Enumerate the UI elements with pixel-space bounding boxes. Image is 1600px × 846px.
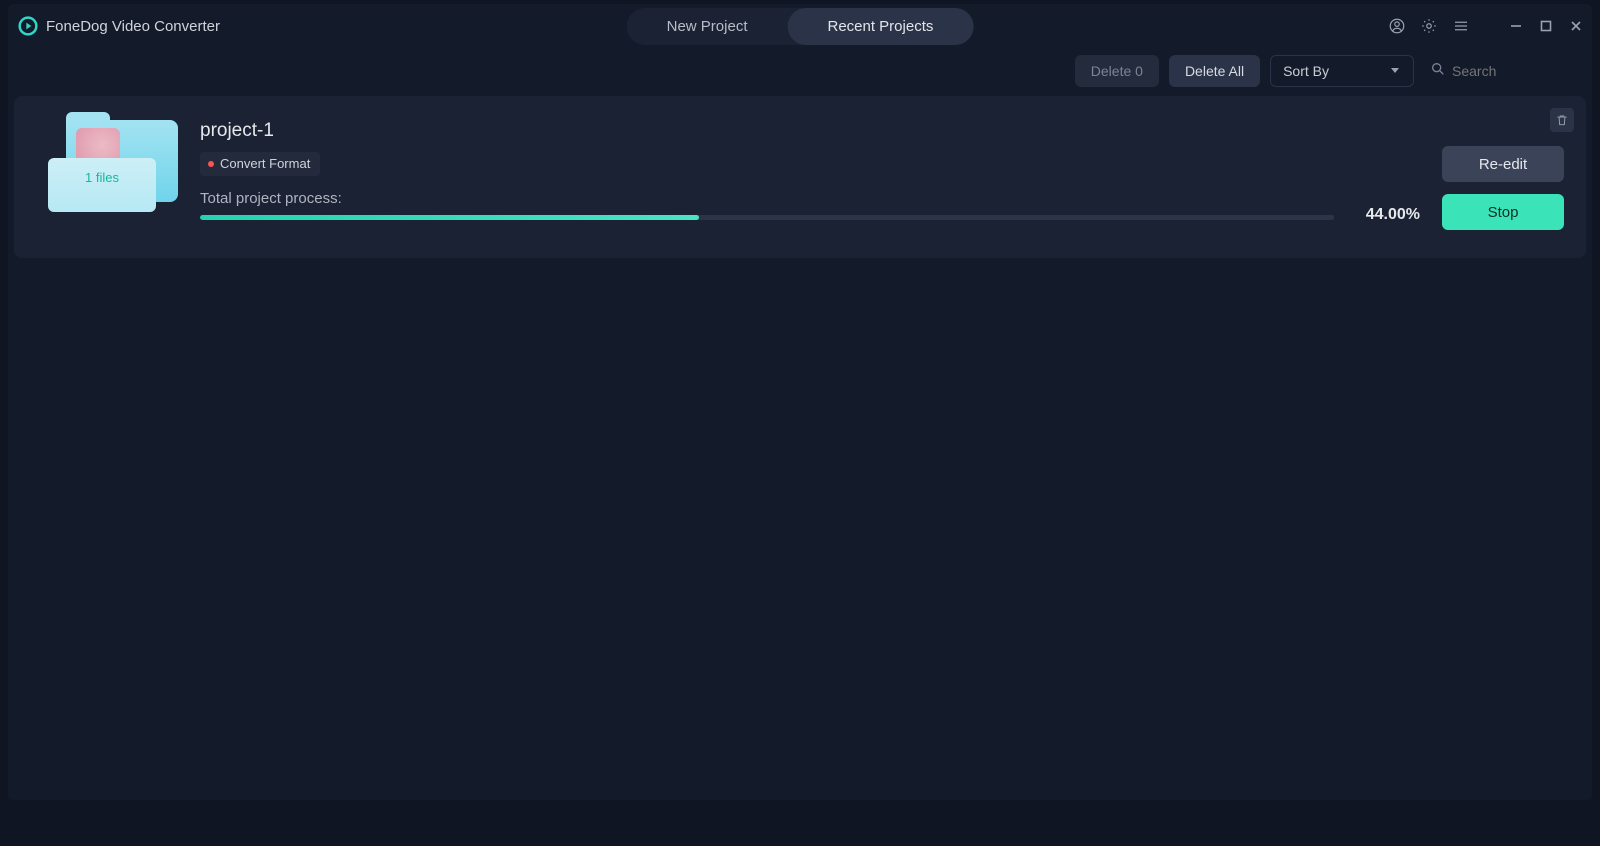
progress-bar bbox=[200, 215, 1334, 220]
delete-all-button[interactable]: Delete All bbox=[1169, 55, 1260, 87]
sort-by-dropdown[interactable]: Sort By bbox=[1270, 55, 1414, 87]
progress-fill bbox=[200, 215, 699, 220]
tab-recent-projects[interactable]: Recent Projects bbox=[787, 8, 973, 45]
account-icon[interactable] bbox=[1386, 15, 1408, 37]
content-area: 1 files project-1 Convert Format Total p… bbox=[8, 94, 1592, 800]
project-info: project-1 Convert Format Total project p… bbox=[200, 120, 1420, 230]
menu-icon[interactable] bbox=[1450, 15, 1472, 37]
search-icon bbox=[1430, 61, 1446, 82]
search-input[interactable] bbox=[1452, 63, 1572, 79]
close-button[interactable] bbox=[1566, 16, 1586, 36]
search-box[interactable] bbox=[1424, 55, 1578, 88]
sort-by-label: Sort By bbox=[1283, 63, 1329, 79]
project-title: project-1 bbox=[200, 120, 1420, 142]
titlebar-right bbox=[1386, 4, 1586, 48]
project-status-badge: Convert Format bbox=[200, 152, 320, 176]
project-file-count: 1 files bbox=[48, 158, 156, 212]
app-brand: FoneDog Video Converter bbox=[18, 16, 220, 36]
progress-label: Total project process: bbox=[200, 190, 1334, 207]
project-actions: Re-edit Stop bbox=[1442, 146, 1564, 230]
stop-button[interactable]: Stop bbox=[1442, 194, 1564, 230]
maximize-button[interactable] bbox=[1536, 16, 1556, 36]
toolbar: Delete 0 Delete All Sort By bbox=[8, 48, 1592, 94]
delete-n-button[interactable]: Delete 0 bbox=[1075, 55, 1159, 87]
tabs: New Project Recent Projects bbox=[627, 8, 974, 45]
project-thumbnail: 1 files bbox=[48, 120, 178, 216]
app-title: FoneDog Video Converter bbox=[46, 18, 220, 35]
project-status-label: Convert Format bbox=[220, 156, 310, 171]
settings-gear-icon[interactable] bbox=[1418, 15, 1440, 37]
project-card: 1 files project-1 Convert Format Total p… bbox=[14, 96, 1586, 258]
tab-new-project[interactable]: New Project bbox=[627, 8, 788, 45]
app-window: FoneDog Video Converter New Project Rece… bbox=[8, 4, 1592, 800]
progress-percent: 44.00% bbox=[1348, 206, 1420, 224]
reedit-button[interactable]: Re-edit bbox=[1442, 146, 1564, 182]
status-dot-icon bbox=[208, 161, 214, 167]
delete-project-button[interactable] bbox=[1550, 108, 1574, 132]
minimize-button[interactable] bbox=[1506, 16, 1526, 36]
app-logo-icon bbox=[18, 16, 38, 36]
titlebar: FoneDog Video Converter New Project Rece… bbox=[8, 4, 1592, 48]
chevron-down-icon bbox=[1389, 63, 1401, 79]
